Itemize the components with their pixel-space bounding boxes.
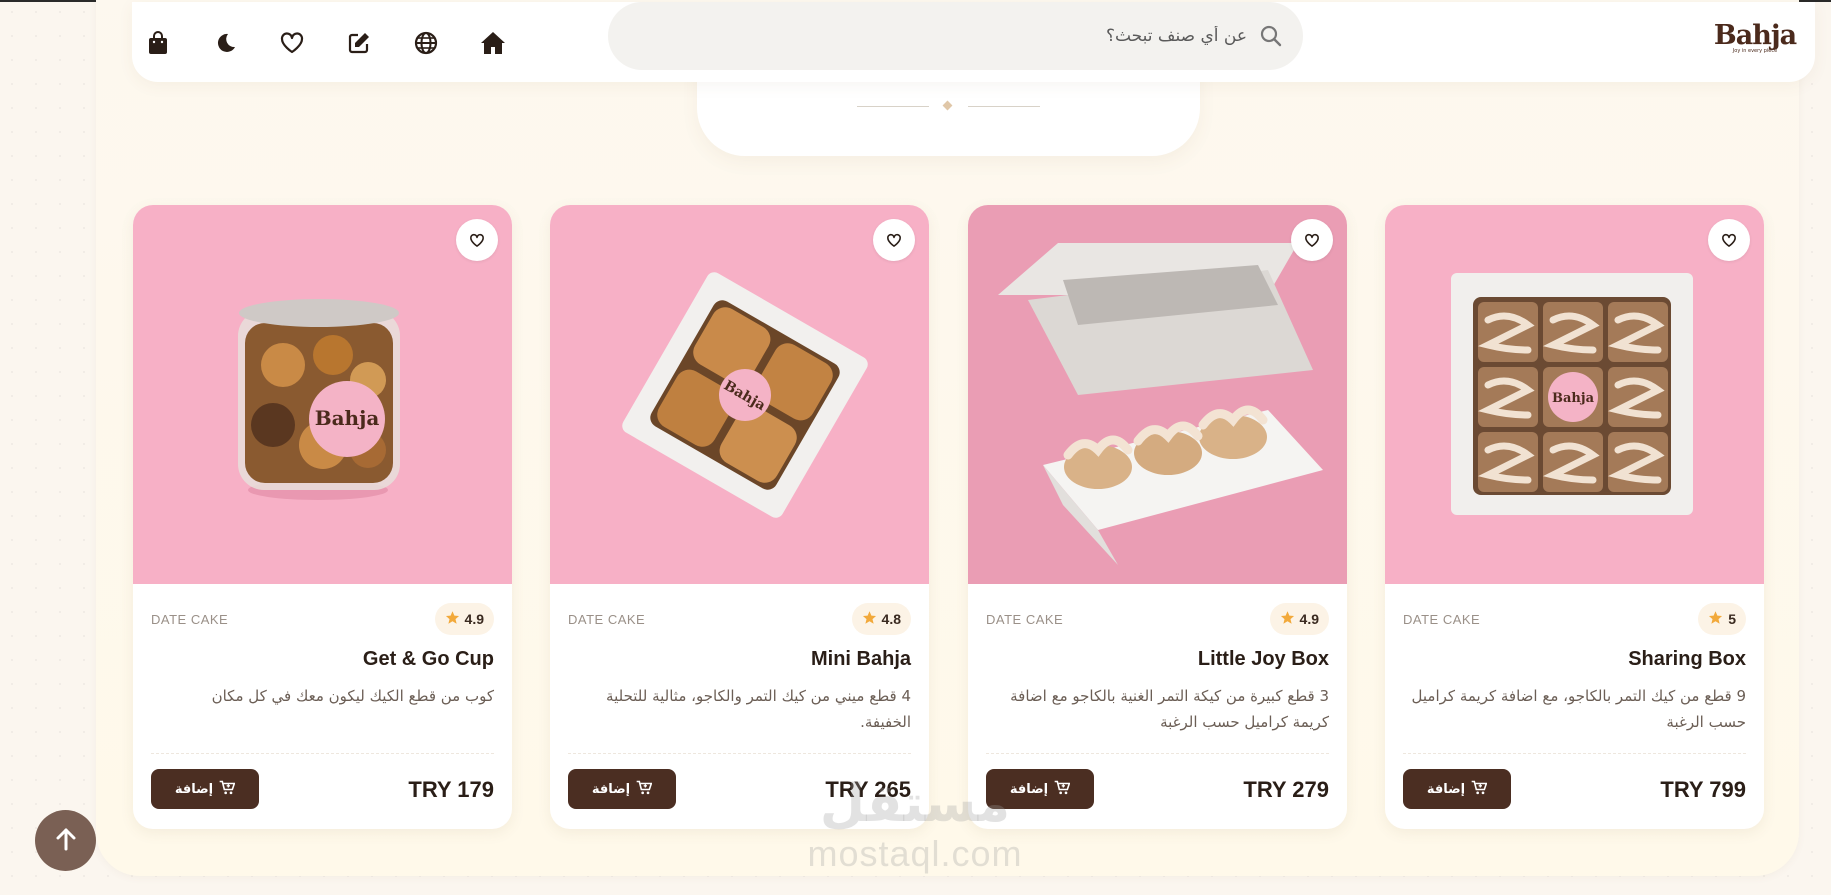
product-title[interactable]: Little Joy Box (1198, 648, 1329, 671)
add-to-cart-label: إضافة (1426, 781, 1466, 797)
rating-value: 5 (1728, 611, 1736, 627)
cart-icon (1054, 780, 1071, 799)
favorite-button[interactable] (1708, 219, 1750, 261)
globe-icon[interactable] (412, 29, 440, 57)
rating-value: 4.8 (881, 611, 901, 627)
card-divider (151, 753, 494, 754)
product-image[interactable]: Bahja (1385, 205, 1764, 584)
product-price: TRY 179 (408, 777, 494, 802)
moon-icon[interactable] (211, 29, 239, 57)
add-to-cart-label: إضافة (174, 781, 214, 797)
product-category: DATE CAKE (1403, 612, 1481, 627)
bag-icon[interactable] (144, 29, 172, 57)
add-to-cart-button[interactable]: إضافة (151, 769, 259, 809)
add-to-cart-button[interactable]: إضافة (568, 769, 676, 809)
product-price: TRY 279 (1243, 777, 1329, 802)
product-title[interactable]: Sharing Box (1628, 648, 1746, 671)
cart-icon (1471, 780, 1488, 799)
rating-badge: 5 (1698, 603, 1746, 635)
edit-icon[interactable] (345, 29, 373, 57)
rating-badge: 4.9 (1269, 603, 1329, 635)
product-description: 9 قطع من كيك التمر بالكاجو، مع اضافة كري… (1411, 687, 1746, 731)
add-to-cart-button[interactable]: إضافة (1403, 769, 1511, 809)
heading-divider-right (968, 106, 1040, 107)
product-description: كوب من قطع الكيك ليكون معك في كل مكان (211, 687, 494, 705)
star-icon (445, 610, 460, 628)
rating-value: 4.9 (1299, 611, 1319, 627)
heading-divider-left (857, 106, 929, 107)
arrow-up-icon (53, 826, 79, 856)
back-to-top-button[interactable] (35, 810, 96, 871)
product-image[interactable]: Bahja (550, 205, 929, 584)
product-title[interactable]: Get & Go Cup (363, 648, 494, 671)
star-icon (862, 610, 877, 628)
svg-text:Bahja: Bahja (1552, 391, 1595, 406)
product-price: TRY 265 (825, 777, 911, 802)
card-divider (986, 753, 1329, 754)
logo-tagline: Joy in every piece (1732, 48, 1778, 54)
rating-value: 4.9 (464, 611, 484, 627)
cart-icon (219, 780, 236, 799)
product-card[interactable]: Bahja 4.8 DATE CAKE Mini Bahja 4 قطع مين… (550, 205, 929, 829)
cart-icon (636, 780, 653, 799)
top-navbar: Bahja Joy in every piece (132, 2, 1815, 82)
product-category: DATE CAKE (568, 612, 646, 627)
product-card[interactable]: Bahja 5 DATE CAKE Sharing Box 9 قطع من ك… (1385, 205, 1764, 829)
add-to-cart-label: إضافة (591, 781, 631, 797)
product-title[interactable]: Mini Bahja (811, 648, 911, 671)
product-price: TRY 799 (1660, 777, 1746, 802)
brand-logo[interactable]: Bahja Joy in every piece (1713, 18, 1797, 58)
product-card[interactable]: Bahja 4.9 DATE CAKE Get & Go Cup كوب من … (133, 205, 512, 829)
favorite-button[interactable] (873, 219, 915, 261)
svg-text:Bahja: Bahja (315, 406, 380, 430)
card-divider (1403, 753, 1746, 754)
rating-badge: 4.9 (434, 603, 494, 635)
product-description: 3 قطع كبيرة من كيكة التمر الغنية بالكاجو… (1010, 687, 1329, 731)
star-icon (1280, 610, 1295, 628)
search-icon[interactable] (1259, 24, 1283, 48)
product-card[interactable]: 4.9 DATE CAKE Little Joy Box 3 قطع كبيرة… (968, 205, 1347, 829)
card-divider (568, 753, 911, 754)
add-to-cart-button[interactable]: إضافة (986, 769, 1094, 809)
add-to-cart-label: إضافة (1009, 781, 1049, 797)
product-image[interactable] (968, 205, 1347, 584)
heart-icon[interactable] (278, 29, 306, 57)
search-input[interactable] (647, 26, 1247, 46)
favorite-button[interactable] (1291, 219, 1333, 261)
star-icon (1708, 610, 1723, 628)
search-bar[interactable] (608, 2, 1303, 70)
product-image[interactable]: Bahja (133, 205, 512, 584)
home-icon[interactable] (479, 29, 507, 57)
rating-badge: 4.8 (851, 603, 911, 635)
logo-text: Bahja (1713, 20, 1797, 51)
favorite-button[interactable] (456, 219, 498, 261)
product-description: 4 قطع ميني من كيك التمر والكاجو، مثالية … (606, 687, 911, 731)
product-category: DATE CAKE (151, 612, 229, 627)
product-category: DATE CAKE (986, 612, 1064, 627)
